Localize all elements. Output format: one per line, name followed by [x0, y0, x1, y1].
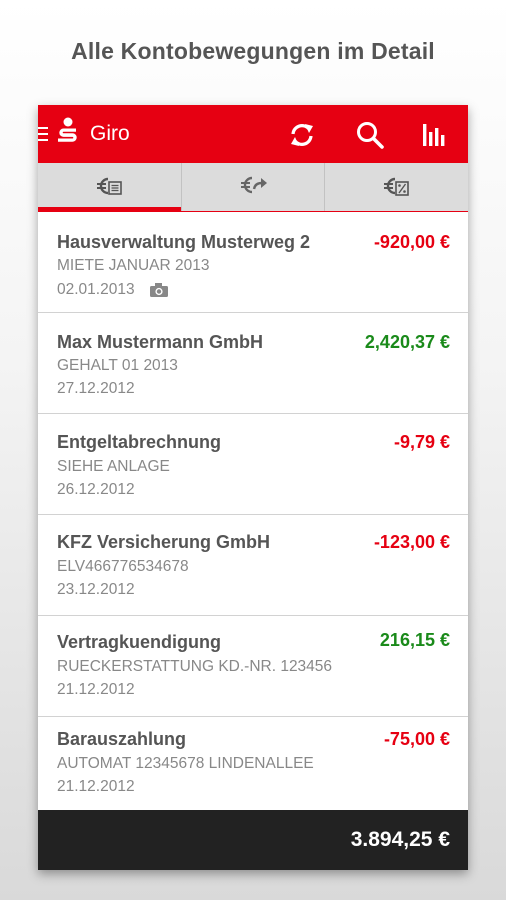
- transaction-date: 23.12.2012: [57, 581, 135, 598]
- transaction-amount: 2,420,37 €: [364, 332, 450, 352]
- search-icon[interactable]: [354, 119, 386, 151]
- tab-interest[interactable]: [324, 163, 468, 211]
- transaction-name: Entgeltabrechnung: [57, 432, 222, 452]
- transaction-name: KFZ Versicherung GmbH: [57, 532, 271, 552]
- transaction-date: 26.12.2012: [57, 481, 135, 498]
- transaction-name: Barauszahlung: [57, 729, 187, 749]
- transaction-purpose: SIEHE ANLAGE: [57, 458, 170, 475]
- transaction-date: 27.12.2012: [57, 380, 135, 397]
- transaction-amount: -9,79 €: [393, 432, 450, 452]
- transaction-date: 21.12.2012: [57, 681, 135, 698]
- transaction-amount: -75,00 €: [383, 729, 450, 749]
- euro-statement-icon: [97, 177, 122, 195]
- transaction-row[interactable]: Entgeltabrechnung -9,79 € SIEHE ANLAGE 2…: [38, 414, 468, 515]
- transaction-date: 02.01.2013: [57, 281, 135, 298]
- account-title[interactable]: Giro: [90, 122, 130, 146]
- transaction-purpose: MIETE JANUAR 2013: [57, 257, 210, 274]
- euro-percent-icon: [384, 177, 409, 196]
- euro-transfer-icon: [241, 176, 267, 194]
- transaction-list: Hausverwaltung Musterweg 2 -920,00 € MIE…: [38, 212, 468, 810]
- balance-footer: 3.894,25 €: [38, 810, 468, 870]
- transaction-name: Vertragkuendigung: [57, 632, 222, 652]
- account-balance: 3.894,25 €: [350, 828, 450, 851]
- menu-icon[interactable]: [38, 127, 48, 143]
- transaction-amount: -123,00 €: [373, 532, 450, 552]
- transaction-name: Max Mustermann GmbH: [57, 332, 264, 352]
- transaction-name: Hausverwaltung Musterweg 2: [57, 232, 311, 252]
- transaction-row[interactable]: Hausverwaltung Musterweg 2 -920,00 € MIE…: [38, 212, 468, 313]
- promo-headline: Alle Kontobewegungen im Detail: [71, 38, 435, 64]
- transaction-row[interactable]: Barauszahlung -75,00 € AUTOMAT 12345678 …: [38, 717, 468, 810]
- transaction-row[interactable]: Vertragkuendigung 216,15 € RUECKERSTATTU…: [38, 616, 468, 717]
- tab-transfers[interactable]: [181, 163, 325, 211]
- transaction-purpose: AUTOMAT 12345678 LINDENALLEE: [57, 755, 314, 772]
- camera-icon[interactable]: [149, 282, 169, 298]
- app-screen: Giro Hausverwaltung Musterweg 2 -920,00 …: [38, 105, 468, 870]
- transaction-purpose: GEHALT 01 2013: [57, 357, 178, 374]
- app-bar: Giro: [38, 105, 468, 163]
- transaction-row[interactable]: Max Mustermann GmbH 2,420,37 € GEHALT 01…: [38, 313, 468, 414]
- transaction-amount: 216,15 €: [379, 630, 450, 650]
- refresh-icon[interactable]: [286, 119, 318, 151]
- tab-statements[interactable]: [38, 163, 181, 211]
- tab-bar: [38, 163, 468, 212]
- transaction-amount: -920,00 €: [373, 232, 450, 252]
- bar-chart-icon[interactable]: [418, 119, 450, 151]
- transaction-row[interactable]: KFZ Versicherung GmbH -123,00 € ELV46677…: [38, 515, 468, 616]
- transaction-date: 21.12.2012: [57, 778, 135, 795]
- transaction-purpose: ELV466776534678: [57, 558, 189, 575]
- transaction-purpose: RUECKERSTATTUNG KD.-NR. 123456: [57, 658, 333, 675]
- sparkasse-logo[interactable]: [54, 117, 82, 151]
